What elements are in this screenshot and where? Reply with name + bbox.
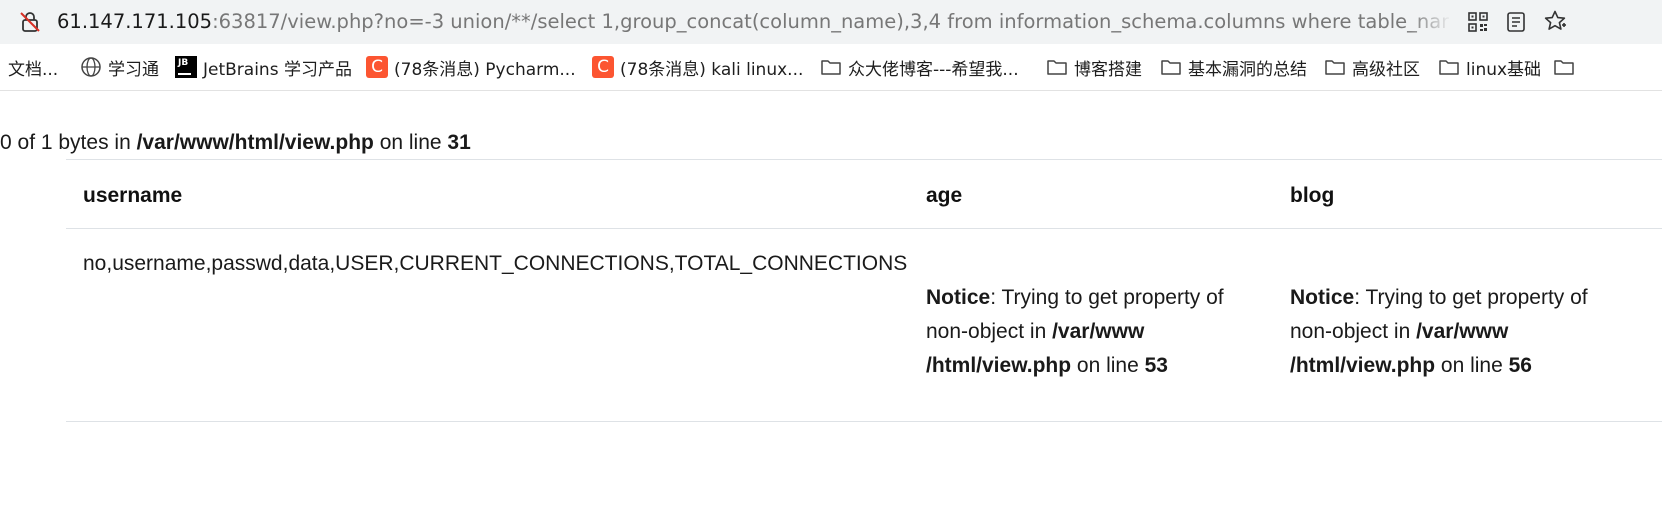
folder-icon [1439, 60, 1459, 75]
bookmark-label: 学习通 [108, 59, 159, 80]
bookmark-folder-blog-setup[interactable]: 博客搭建 [1046, 44, 1142, 90]
notice-text: non-object in [1290, 320, 1417, 343]
folder-icon [1325, 60, 1345, 75]
bookmark-star-icon[interactable] [1543, 9, 1567, 33]
url-input[interactable]: 61.147.171.105:63817/view.php?no=-3 unio… [57, 10, 1449, 34]
warning-text: 0 of 1 bytes in [0, 131, 137, 154]
qr-code-icon[interactable] [1467, 11, 1489, 33]
column-header-age: age [926, 184, 963, 207]
notice-path: /html/view.php [926, 354, 1072, 377]
not-secure-lock-icon[interactable] [19, 11, 41, 33]
bookmark-label: 博客搭建 [1074, 59, 1142, 80]
notice-label: Notice [1290, 286, 1355, 309]
notice-line-1: Notice: Trying to get property of [1290, 281, 1588, 315]
bookmark-label: 文档... [8, 59, 59, 80]
bookmark-label: (78条消息) Pycharm... [394, 59, 576, 80]
globe-icon [81, 57, 101, 77]
warning-text-online: on line [373, 131, 448, 154]
folder-icon [1554, 60, 1574, 75]
column-header-blog: blog [1290, 184, 1335, 207]
bookmark-jetbrains[interactable]: JB JetBrains 学习产品 [175, 44, 352, 90]
bookmark-folder-blogs[interactable]: 众大佬博客---希望我... [820, 44, 1019, 90]
warning-path: /var/www/html/view.php [136, 131, 374, 154]
table-bottom-border [66, 421, 1662, 422]
bookmark-label: (78条消息) kali linux... [620, 59, 804, 80]
bookmarks-bar: 文档... 学习通 JB JetBrains 学习产品 C (78条消息) Py… [0, 44, 1662, 91]
username-cell: no,username,passwd,data,USER,CURRENT_CON… [83, 252, 908, 275]
php-warning: 0 of 1 bytes in /var/www/html/view.php o… [0, 129, 471, 157]
notice-text: non-object in [926, 320, 1053, 343]
notice-line-3: /html/view.php on line 53 [926, 349, 1168, 383]
bookmark-folder-linux[interactable]: linux基础 [1438, 44, 1541, 90]
reader-mode-icon[interactable] [1505, 11, 1527, 33]
csdn-icon: C [592, 56, 614, 78]
notice-line-3: /html/view.php on line 56 [1290, 349, 1532, 383]
notice-text: on line [1071, 354, 1145, 377]
notice-text: on line [1435, 354, 1509, 377]
notice-path: /var/www [1416, 320, 1509, 343]
column-header-username: username [83, 184, 183, 207]
notice-text: : Trying to get property of [1354, 286, 1588, 309]
notice-path: /html/view.php [1290, 354, 1436, 377]
folder-icon [821, 60, 841, 75]
bookmark-folder-vuln-summary[interactable]: 基本漏洞的总结 [1160, 44, 1307, 90]
notice-text: : Trying to get property of [990, 286, 1224, 309]
notice-path: /var/www [1052, 320, 1145, 343]
bookmark-label: 基本漏洞的总结 [1188, 59, 1307, 80]
bookmark-docs[interactable]: 文档... [8, 44, 58, 90]
notice-line-2: non-object in /var/www [1290, 315, 1508, 349]
notice-line-number: 56 [1508, 354, 1532, 377]
url-fade [1410, 6, 1452, 38]
bookmark-label: JetBrains 学习产品 [203, 59, 352, 80]
notice-line-1: Notice: Trying to get property of [926, 281, 1224, 315]
folder-icon [1047, 60, 1067, 75]
header-divider [66, 228, 1662, 229]
bookmark-folder-advanced[interactable]: 高级社区 [1324, 44, 1420, 90]
bookmark-xuexitong[interactable]: 学习通 [80, 44, 159, 90]
jetbrains-icon: JB [175, 56, 197, 78]
bookmark-label: 高级社区 [1352, 59, 1420, 80]
address-bar: 61.147.171.105:63817/view.php?no=-3 unio… [0, 0, 1662, 44]
bookmark-csdn-kali[interactable]: C (78条消息) kali linux... [592, 44, 803, 90]
csdn-icon: C [366, 56, 388, 78]
url-host: 61.147.171.105 [57, 10, 213, 33]
notice-line-2: non-object in /var/www [926, 315, 1144, 349]
folder-icon [1161, 60, 1181, 75]
bookmark-label: 众大佬博客---希望我... [848, 59, 1019, 80]
notice-label: Notice [926, 286, 991, 309]
back-arrow-fragment-icon[interactable] [5, 12, 10, 32]
warning-line-number: 31 [447, 131, 471, 154]
bookmark-folder-overflow[interactable] [1553, 44, 1575, 90]
notice-line-number: 53 [1144, 354, 1168, 377]
table-top-border [66, 159, 1662, 160]
bookmark-label: linux基础 [1466, 59, 1542, 80]
bookmark-csdn-pycharm[interactable]: C (78条消息) Pycharm... [366, 44, 576, 90]
url-path: :63817/view.php?no=-3 union/**/select 1,… [212, 10, 1449, 33]
